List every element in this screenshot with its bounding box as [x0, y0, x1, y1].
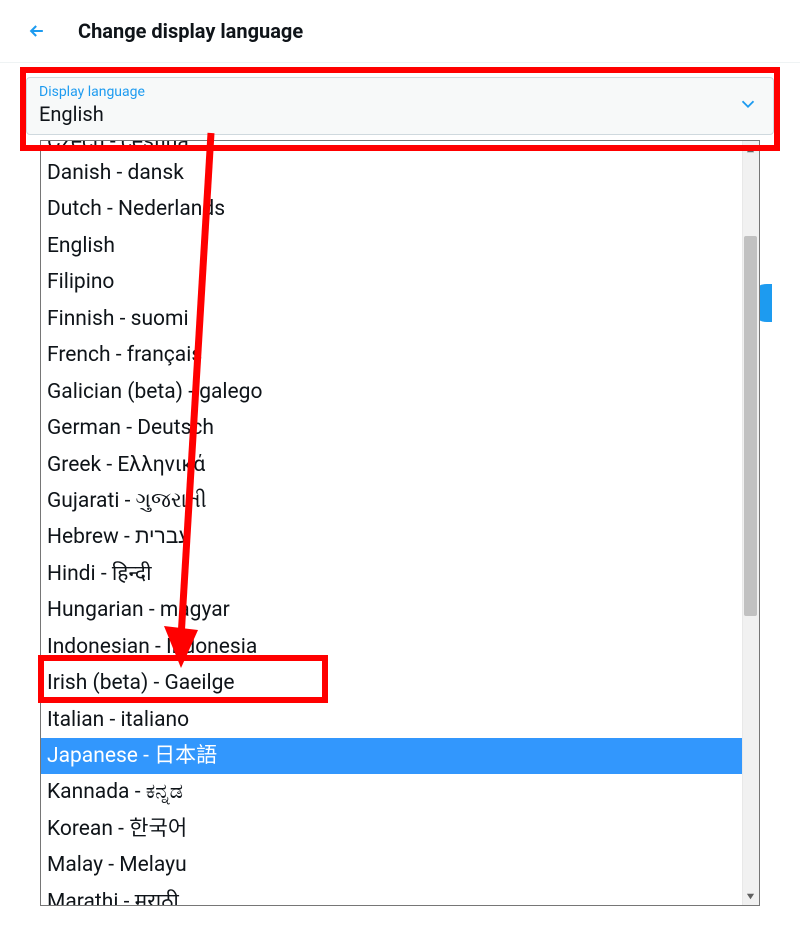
language-option[interactable]: German - Deutsch: [41, 410, 759, 446]
scrollbar-track[interactable]: [742, 141, 759, 905]
language-option[interactable]: Hungarian - magyar: [41, 592, 759, 628]
scroll-up-button[interactable]: [742, 141, 759, 158]
language-option[interactable]: Kannada - ಕನ್ನಡ: [41, 774, 759, 810]
back-button[interactable]: [20, 14, 54, 48]
language-option[interactable]: Dutch - Nederlands: [41, 191, 759, 227]
page-header: Change display language: [0, 0, 800, 63]
language-option[interactable]: Filipino: [41, 264, 759, 300]
language-select-container: Display language English: [26, 77, 774, 135]
scroll-down-button[interactable]: [742, 888, 759, 905]
language-option[interactable]: Italian - italiano: [41, 702, 759, 738]
language-dropdown: Czech - čeština Danish - danskDutch - Ne…: [40, 140, 760, 906]
language-option[interactable]: Indonesian - Indonesia: [41, 629, 759, 665]
language-option[interactable]: Galician (beta) - galego: [41, 374, 759, 410]
language-option[interactable]: Greek - Ελληνικά: [41, 447, 759, 483]
scrollbar-thumb[interactable]: [744, 236, 757, 616]
language-option[interactable]: Korean - 한국어: [41, 811, 759, 847]
select-label: Display language: [39, 84, 761, 100]
language-option[interactable]: Marathi - मराठी: [41, 884, 759, 905]
language-option[interactable]: Irish (beta) - Gaeilge: [41, 665, 759, 701]
language-option[interactable]: Malay - Melayu: [41, 847, 759, 883]
language-option[interactable]: French - français: [41, 337, 759, 373]
language-option[interactable]: Hebrew - עברית: [41, 519, 759, 555]
select-value: English: [39, 102, 761, 126]
language-option[interactable]: Czech - čeština: [41, 141, 759, 155]
language-option[interactable]: Finnish - suomi: [41, 301, 759, 337]
language-option[interactable]: Gujarati - ગુજરાતી: [41, 483, 759, 519]
language-option[interactable]: Danish - dansk: [41, 155, 759, 191]
language-option[interactable]: English: [41, 228, 759, 264]
back-arrow-icon: [27, 21, 47, 41]
page-title: Change display language: [78, 19, 303, 43]
chevron-down-icon: [737, 93, 759, 119]
dropdown-list[interactable]: Czech - čeština Danish - danskDutch - Ne…: [41, 141, 759, 905]
language-option[interactable]: Japanese - 日本語: [41, 738, 759, 774]
language-option[interactable]: Hindi - हिन्दी: [41, 556, 759, 592]
display-language-select[interactable]: Display language English: [26, 77, 774, 135]
